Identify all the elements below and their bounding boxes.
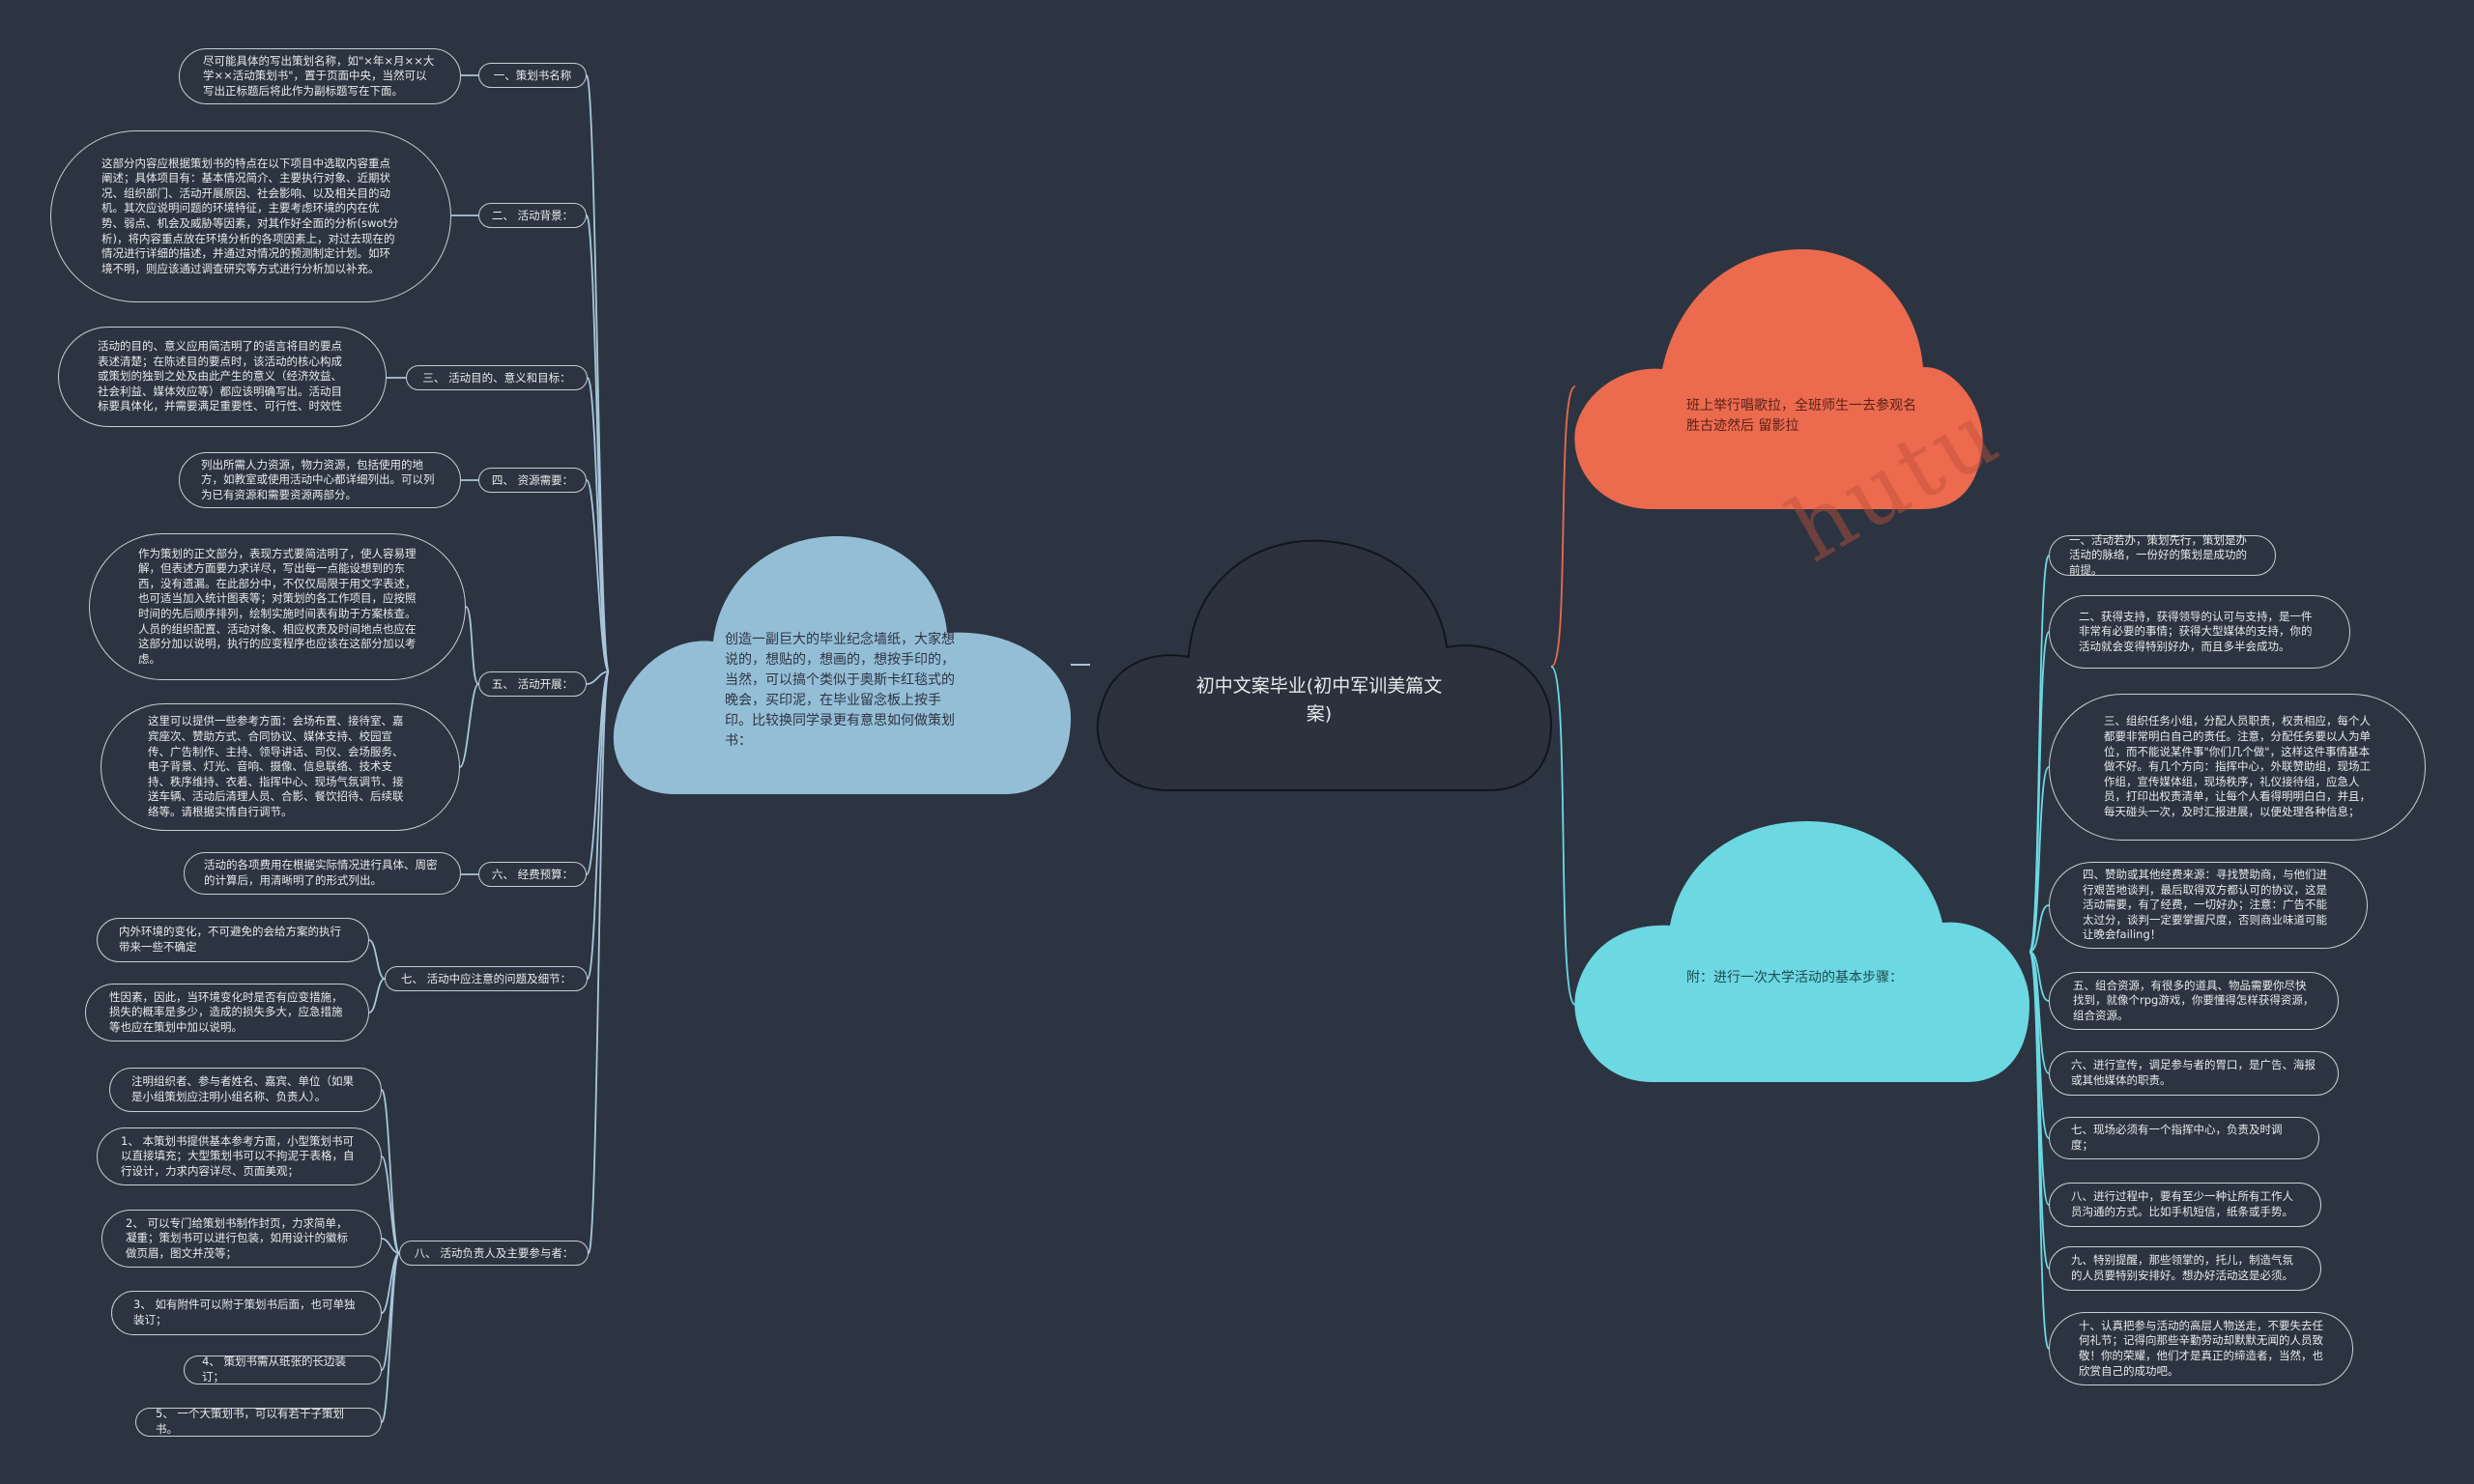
note-bubble[interactable]: 2、 可以专门给策划书制作封页，力求简单，凝重；策划书可以进行包装，如用设计的徽…	[101, 1210, 382, 1268]
section-label[interactable]: 五、 活动开展：	[478, 671, 587, 697]
section-label[interactable]: 八、 活动负责人及主要参与者：	[399, 1241, 589, 1266]
note-bubble[interactable]: 八、进行过程中，要有至少一种让所有工作人员沟通的方式。比如手机短信，纸条或手势。	[2049, 1183, 2321, 1227]
center-cloud-shape	[1096, 539, 1553, 791]
note-bubble[interactable]: 性因素，因此，当环境变化时是否有应变措施，损失的概率是多少，造成的损失多大，应急…	[85, 984, 369, 1042]
note-bubble[interactable]: 五、组合资源，有很多的道具、物品需要你尽快找到，就像个rpg游戏，你要懂得怎样获…	[2049, 972, 2339, 1030]
note-bubble[interactable]: 1、 本策划书提供基本参考方面，小型策划书可以直接填充；大型策划书可以不拘泥于表…	[97, 1127, 382, 1185]
note-bubble[interactable]: 十、认真把参与活动的高层人物送走，不要失去任何礼节；记得向那些辛勤劳动却默默无闻…	[2049, 1312, 2353, 1385]
note-bubble[interactable]: 尽可能具体的写出策划名称，如"×年×月××大学××活动策划书"，置于页面中央，当…	[179, 48, 461, 104]
note-line	[368, 978, 386, 1013]
section-label[interactable]: 六、 经费预算：	[478, 862, 587, 887]
section-label[interactable]: 一、策划书名称	[478, 63, 587, 88]
note-line	[368, 939, 386, 980]
note-bubble[interactable]: 七、现场必须有一个指挥中心，负责及时调度；	[2049, 1117, 2319, 1159]
note-bubble[interactable]: 九、特别提醒，那些领掌的，托儿，制造气氛的人员要特别安排好。想办好活动这是必须。	[2049, 1246, 2321, 1291]
note-line	[2028, 555, 2050, 953]
note-bubble[interactable]: 内外环境的变化，不可避免的会给方案的执行带来一些不确定	[97, 918, 369, 962]
note-bubble[interactable]: 3、 如有附件可以附于策划书后面，也可单独装订；	[111, 1291, 382, 1335]
cyan-cloud-shape	[1574, 821, 2029, 1082]
note-line	[459, 683, 479, 768]
branch-line	[586, 214, 610, 672]
note-bubble[interactable]: 活动的各项费用在根据实际情况进行具体、周密的计算后，用清晰明了的形式列出。	[184, 852, 461, 895]
orange-branch-line	[1550, 385, 1576, 668]
note-line	[465, 606, 479, 685]
note-bubble[interactable]: 5、 一个大策划书，可以有若干子策划书。	[135, 1407, 382, 1437]
note-bubble[interactable]: 列出所需人力资源，物力资源，包括使用的地方，如教室或使用活动中心都详细列出。可以…	[179, 452, 461, 508]
left-cloud-text[interactable]: 创造一副巨大的毕业纪念墙纸，大家想说的，想贴的，想画的，想按手印的，当然，可以搞…	[725, 630, 955, 752]
cyan-branch-line	[1550, 666, 1576, 1006]
note-bubble[interactable]: 注明组织者、参与者姓名、嘉宾、单位（如果是小组策划应注明小组名称、负责人）。	[109, 1068, 382, 1112]
note-bubble[interactable]: 4、 策划书需从纸张的长边装订；	[184, 1355, 382, 1384]
note-bubble[interactable]: 这部分内容应根据策划书的特点在以下项目中选取内容重点阐述；具体项目有：基本情况简…	[50, 130, 451, 302]
note-bubble[interactable]: 作为策划的正文部分，表现方式要简洁明了，使人容易理解，但表述方面要力求详尽，写出…	[89, 533, 466, 680]
section-label[interactable]: 四、 资源需要：	[478, 468, 587, 493]
note-bubble[interactable]: 这里可以提供一些参考方面：会场布置、接待室、嘉宾座次、赞助方式、合同协议、媒体支…	[101, 703, 460, 831]
section-label[interactable]: 三、 活动目的、意义和目标：	[406, 365, 588, 390]
cyan-cloud-text[interactable]: 附：进行一次大学活动的基本步骤：	[1686, 968, 1918, 988]
branch-line	[587, 671, 610, 980]
note-bubble[interactable]: 二、获得支持，获得领导的认可与支持，是一件非常有必要的事情；获得大型媒体的支持，…	[2049, 595, 2350, 669]
note-bubble[interactable]: 一、活动若办，策划先行，策划是办活动的脉络，一份好的策划是成功的前提。	[2049, 533, 2276, 577]
section-label[interactable]: 二、 活动背景：	[478, 203, 587, 228]
note-bubble[interactable]: 三、组织任务小组，分配人员职责，权责相应，每个人都要非常明白自己的责任。注意，分…	[2049, 694, 2426, 841]
note-bubble[interactable]: 六、进行宣传，调足参与者的胃口，是广告、海报或其他媒体的职责。	[2049, 1051, 2339, 1096]
note-line	[2028, 631, 2050, 953]
center-title[interactable]: 初中文案毕业(初中军训美篇文案)	[1194, 672, 1445, 728]
note-line	[381, 1089, 400, 1254]
note-bubble[interactable]: 活动的目的、意义应用简洁明了的语言将目的要点表述清楚；在陈述目的要点时，该活动的…	[58, 327, 387, 427]
section-label[interactable]: 七、 活动中应注意的问题及细节：	[385, 966, 588, 991]
orange-cloud-text[interactable]: 班上举行唱歌拉，全班师生一去参观名胜古迹然后 留影拉	[1686, 396, 1918, 437]
note-bubble[interactable]: 四、赞助或其他经费来源：寻找赞助商，与他们进行艰苦地谈判，最后取得双方都认可的协…	[2049, 862, 2368, 949]
